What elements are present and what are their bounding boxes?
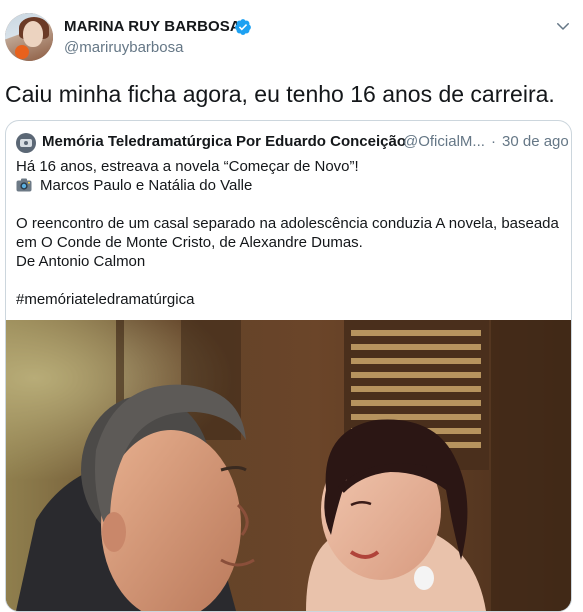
- quoted-author-handle: @OficialM...: [403, 133, 485, 150]
- chevron-down-icon[interactable]: [554, 17, 572, 35]
- avatar-fruit: [15, 45, 29, 59]
- quoted-text-cast: Marcos Paulo e Natália do Valle: [40, 177, 253, 194]
- tweet-text: Caiu minha ficha agora, eu tenho 16 anos…: [5, 81, 555, 107]
- tweet: MARINA RUY BARBOSA @mariruybarbosa Caiu …: [0, 0, 583, 612]
- quoted-text-line: Há 16 anos, estreava a novela “Começar d…: [16, 158, 359, 175]
- quoted-tweet-card[interactable]: Memória Teledramatúrgica Por Eduardo Con…: [5, 120, 572, 612]
- quoted-text-line: em O Conde de Monte Cristo, de Alexandre…: [16, 234, 363, 251]
- verified-badge-icon: [235, 19, 251, 35]
- quoted-author-avatar[interactable]: [16, 133, 36, 153]
- avatar-face: [23, 21, 43, 47]
- quoted-hashtag[interactable]: #memóriateledramatúrgica: [16, 290, 194, 309]
- camera-emoji-icon: [16, 178, 32, 192]
- quoted-date[interactable]: 30 de ago: [502, 133, 569, 150]
- quoted-text-line: De Antonio Calmon: [16, 253, 146, 270]
- author-display-name[interactable]: MARINA RUY BARBOSA: [64, 18, 241, 35]
- author-handle[interactable]: @mariruybarbosa: [64, 39, 183, 56]
- quoted-text-line: O reencontro de um casal separado na ado…: [16, 215, 559, 232]
- quoted-text-line: Marcos Paulo e Natália do Valle: [16, 176, 252, 195]
- quoted-separator: ·: [491, 133, 496, 150]
- quoted-media-photo[interactable]: [6, 320, 571, 611]
- author-avatar[interactable]: [5, 13, 53, 61]
- quoted-author-name: Memória Teledramatúrgica Por Eduardo Con…: [42, 133, 406, 150]
